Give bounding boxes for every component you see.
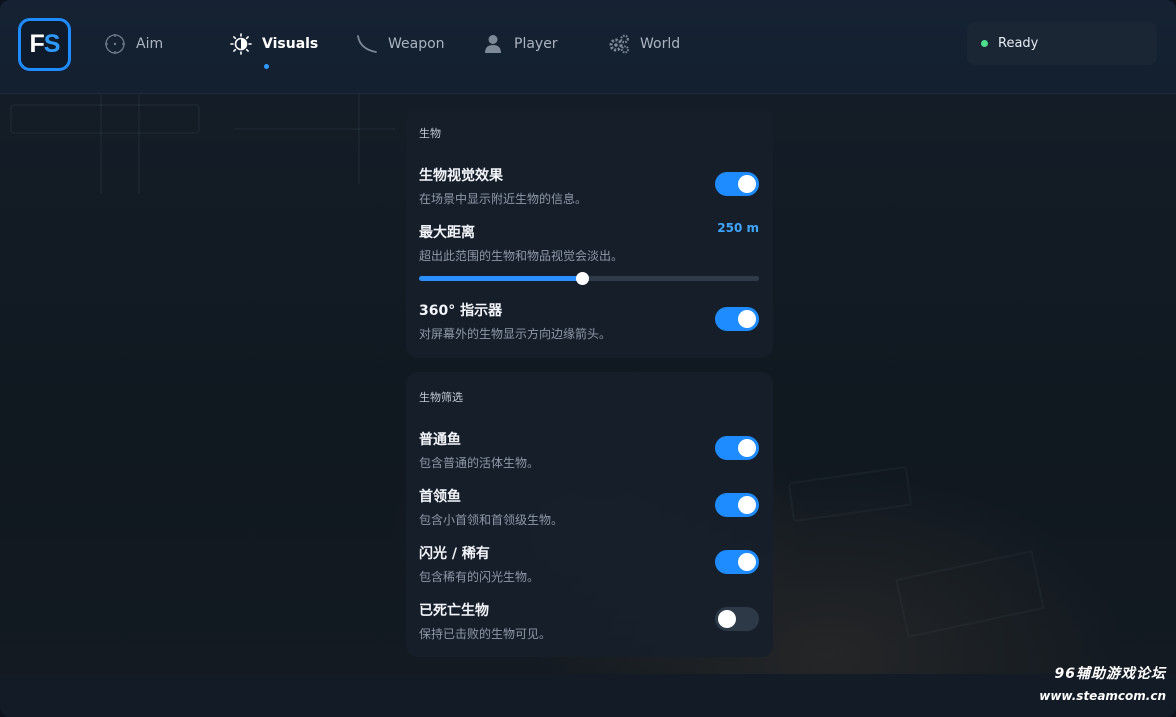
boss-fish-toggle[interactable] — [715, 493, 759, 517]
filter-description: 包含稀有的闪光生物。 — [419, 570, 540, 584]
brightness-icon — [230, 33, 252, 55]
tab-player-label: Player — [514, 36, 558, 52]
filter-title: 普通鱼 — [419, 432, 461, 448]
filter-common-fish: 普通鱼 包含普通的活体生物。 — [419, 429, 759, 470]
setting-title: 最大距离 — [419, 225, 475, 241]
shiny-rare-toggle[interactable] — [715, 550, 759, 574]
gears-icon — [608, 33, 630, 55]
panel-title: 生物筛选 — [419, 391, 463, 404]
filter-title: 闪光 / 稀有 — [419, 546, 490, 562]
logo-letter-s: S — [43, 30, 61, 58]
tab-visuals[interactable]: Visuals — [230, 30, 318, 58]
common-fish-toggle[interactable] — [715, 436, 759, 460]
crosshair-icon — [104, 33, 126, 55]
setting-creature-visuals: 生物视觉效果 在场景中显示附近生物的信息。 — [419, 165, 759, 206]
watermark-line-1: 96辅助游戏论坛 — [1054, 666, 1166, 682]
watermark: 96辅助游戏论坛 www.steamcom.cn — [1039, 663, 1166, 703]
filter-shiny-rare: 闪光 / 稀有 包含稀有的闪光生物。 — [419, 543, 759, 584]
tab-player[interactable]: Player — [482, 30, 558, 58]
creature-filter-panel: 生物筛选 普通鱼 包含普通的活体生物。 首领鱼 包含小首领和首领级生物。 闪光 … — [406, 372, 773, 657]
fishing-rod-icon — [356, 33, 378, 55]
tab-world-label: World — [640, 36, 681, 52]
tab-weapon[interactable]: Weapon — [356, 30, 445, 58]
tab-aim[interactable]: Aim — [104, 30, 163, 58]
filter-description: 保持已击败的生物可见。 — [419, 627, 552, 641]
panel-title: 生物 — [419, 127, 441, 140]
creatures-panel: 生物 生物视觉效果 在场景中显示附近生物的信息。 最大距离 超出此范围的生物和物… — [406, 108, 773, 358]
filter-description: 包含普通的活体生物。 — [419, 456, 540, 470]
setting-360-indicator: 360° 指示器 对屏幕外的生物显示方向边缘箭头。 — [419, 300, 759, 341]
status-indicator: Ready — [967, 22, 1157, 65]
tab-visuals-label: Visuals — [262, 36, 319, 52]
setting-title: 360° 指示器 — [419, 303, 503, 319]
status-dot-icon — [981, 40, 988, 47]
max-distance-value: 250 m — [717, 221, 759, 235]
setting-description: 在场景中显示附近生物的信息。 — [419, 192, 588, 206]
filter-boss-fish: 首领鱼 包含小首领和首领级生物。 — [419, 486, 759, 527]
setting-description: 超出此范围的生物和物品视觉会淡出。 — [419, 249, 624, 263]
active-tab-indicator — [264, 64, 269, 69]
bottom-bar — [0, 674, 1176, 717]
slider-handle[interactable] — [576, 272, 590, 285]
tab-world[interactable]: World — [608, 30, 680, 58]
slider-fill — [419, 276, 583, 281]
logo-letter-f: F — [29, 30, 45, 58]
indicator-360-toggle[interactable] — [715, 307, 759, 331]
filter-title: 首领鱼 — [419, 489, 461, 505]
person-icon — [482, 33, 504, 55]
setting-title: 生物视觉效果 — [419, 168, 503, 184]
app-window: FS Aim Visuals Weapon Player World Ready… — [0, 0, 1176, 717]
dead-creatures-toggle[interactable] — [715, 607, 759, 631]
max-distance-slider[interactable] — [419, 272, 759, 285]
filter-dead-creatures: 已死亡生物 保持已击败的生物可见。 — [419, 600, 759, 641]
status-label: Ready — [998, 36, 1039, 51]
filter-title: 已死亡生物 — [419, 603, 489, 619]
top-navigation-bar: FS Aim Visuals Weapon Player World Ready — [0, 0, 1176, 94]
setting-description: 对屏幕外的生物显示方向边缘箭头。 — [419, 327, 612, 341]
app-logo: FS — [18, 18, 71, 71]
filter-description: 包含小首领和首领级生物。 — [419, 513, 564, 527]
watermark-line-2: www.steamcom.cn — [1039, 689, 1166, 703]
setting-max-distance: 最大距离 超出此范围的生物和物品视觉会淡出。 250 m — [419, 221, 759, 285]
tab-weapon-label: Weapon — [388, 36, 445, 52]
creature-visuals-toggle[interactable] — [715, 172, 759, 196]
tab-aim-label: Aim — [136, 36, 164, 52]
